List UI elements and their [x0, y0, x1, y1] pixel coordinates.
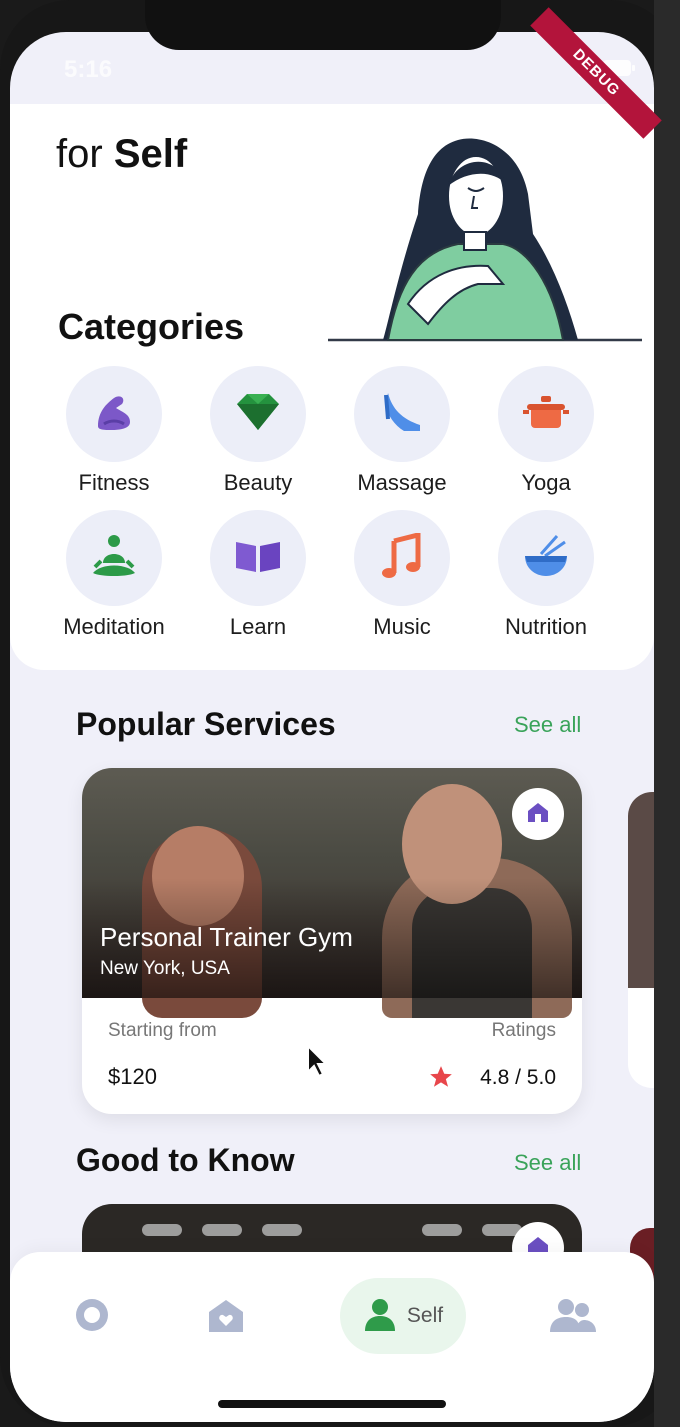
photo-light	[422, 1224, 462, 1236]
category-circle	[498, 366, 594, 462]
woman-illustration	[328, 134, 642, 349]
circle-icon	[75, 1298, 109, 1337]
star-icon	[428, 1064, 454, 1095]
category-circle	[66, 510, 162, 606]
category-learn[interactable]: Learn	[188, 510, 328, 640]
category-label: Fitness	[78, 470, 150, 495]
service-rating: 4.8 / 5.0	[480, 1066, 556, 1089]
nav-item-community[interactable]	[548, 1298, 598, 1337]
home-indicator	[218, 1400, 446, 1408]
category-label: Nutrition	[505, 614, 587, 639]
hero-title-prefix: for	[56, 132, 103, 176]
category-beauty[interactable]: Beauty	[188, 366, 328, 496]
category-label: Learn	[229, 614, 287, 639]
popular-services-title: Popular Services	[76, 706, 336, 742]
category-fitness[interactable]: Fitness	[44, 366, 184, 496]
photo-light	[262, 1224, 302, 1236]
bowl-chopsticks-icon	[523, 534, 569, 583]
service-location: New York, USA	[100, 958, 230, 979]
category-label: Beauty	[223, 470, 293, 495]
categories-title: Categories	[58, 306, 245, 347]
category-label: Music	[373, 614, 431, 639]
category-label: Yoga	[521, 470, 571, 495]
nav-item-home[interactable]	[72, 1298, 112, 1337]
gem-icon	[235, 392, 281, 437]
hero-title-bold: Self	[113, 132, 188, 176]
people-icon	[550, 1298, 596, 1337]
nav-item-care[interactable]	[206, 1298, 246, 1337]
nav-item-self-label: Self	[406, 1304, 444, 1327]
pot-icon	[523, 392, 569, 437]
hero-card: for Self Categories Fitness Beauty Massa…	[10, 104, 654, 670]
category-circle	[210, 366, 306, 462]
category-massage[interactable]: Massage	[332, 366, 472, 496]
nav-item-self[interactable]: Self	[340, 1278, 466, 1354]
price-label: Starting from	[108, 1020, 217, 1041]
phone-notch	[145, 0, 501, 50]
open-book-icon	[234, 538, 282, 579]
next-service-card[interactable]	[628, 792, 654, 1088]
mouse-cursor-icon	[306, 1043, 330, 1083]
next-service-photo	[628, 792, 654, 988]
meditating-person-icon	[91, 533, 137, 584]
status-time: 5:16	[64, 56, 113, 83]
category-nutrition[interactable]: Nutrition	[476, 510, 616, 640]
service-photo: Personal Trainer Gym New York, USA	[82, 768, 582, 1018]
window-edge	[654, 0, 680, 1427]
category-circle	[354, 366, 450, 462]
category-music[interactable]: Music	[332, 510, 472, 640]
category-yoga[interactable]: Yoga	[476, 366, 616, 496]
category-meditation[interactable]: Meditation	[44, 510, 184, 640]
category-circle	[66, 366, 162, 462]
app-screen: for Self Categories Fitness Beauty Massa…	[10, 32, 654, 1422]
good-to-know-see-all-link[interactable]: See all	[514, 1150, 581, 1176]
photo-light	[202, 1224, 242, 1236]
flexed-arm-icon	[92, 390, 136, 439]
service-name: Personal Trainer Gym	[100, 922, 353, 952]
service-card[interactable]: Personal Trainer Gym New York, USA Start…	[82, 768, 582, 1114]
good-to-know-title: Good to Know	[76, 1142, 295, 1178]
bottom-navigation: Self	[10, 1252, 654, 1422]
category-circle	[210, 510, 306, 606]
high-heel-icon	[380, 389, 424, 440]
category-circle	[498, 510, 594, 606]
service-price: $120	[108, 1064, 157, 1089]
person-icon	[363, 1297, 397, 1336]
popular-services-see-all-link[interactable]: See all	[514, 712, 581, 738]
rating-label: Ratings	[491, 1020, 556, 1041]
music-note-icon	[382, 531, 422, 584]
hero-title: for Self	[56, 132, 187, 177]
home-heart-icon	[207, 1298, 245, 1337]
photo-light	[142, 1224, 182, 1236]
home-badge-button[interactable]	[512, 788, 564, 840]
category-circle	[354, 510, 450, 606]
category-label: Massage	[357, 470, 447, 495]
category-label: Meditation	[63, 614, 165, 639]
home-icon	[526, 800, 550, 829]
